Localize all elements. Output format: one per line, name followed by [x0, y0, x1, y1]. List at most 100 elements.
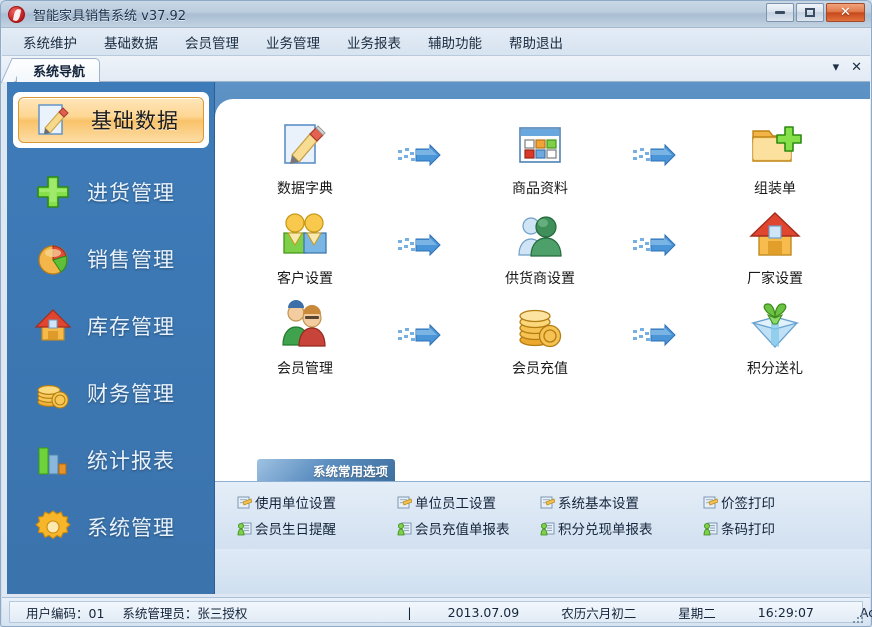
link-unit-settings[interactable]: 使用单位设置 — [237, 492, 336, 512]
menu-business-management[interactable]: 业务管理 — [255, 29, 331, 55]
tile-label: 客户设置 — [277, 271, 333, 287]
coin-stack-icon — [512, 299, 568, 355]
product-grid-icon — [512, 119, 568, 175]
status-date: 2013.07.09 — [447, 604, 520, 620]
resize-grip-icon[interactable] — [852, 612, 866, 624]
link-label: 使用单位设置 — [255, 496, 336, 512]
app-logo-icon — [8, 6, 25, 23]
blue-arrow-right-icon — [397, 233, 441, 257]
tile-label: 积分送礼 — [747, 361, 803, 377]
sidebar-item-purchase[interactable]: 进货管理 — [7, 158, 214, 225]
grid-row: 会员管理 会员充值 积分送礼 — [215, 299, 870, 389]
tile-factory-settings[interactable]: 厂家设置 — [700, 209, 850, 288]
sidebar-item-inventory[interactable]: 库存管理 — [7, 292, 214, 359]
sidebar-item-basic-data[interactable]: 基础数据 — [13, 92, 209, 148]
tab-actions: ▾ ✕ — [833, 60, 862, 75]
flow-arrow — [380, 209, 465, 257]
common-options-header[interactable]: 系统常用选项 — [257, 459, 395, 481]
menu-aux-functions[interactable]: 辅助功能 — [417, 29, 493, 55]
member-people-icon — [277, 299, 333, 355]
grid-row: 客户设置 供货商设置 厂家设置 — [215, 209, 870, 299]
tile-customer-settings[interactable]: 客户设置 — [230, 209, 380, 288]
tab-strip: 系统导航 ▾ ✕ — [2, 56, 870, 82]
menu-member-management[interactable]: 会员管理 — [174, 29, 250, 55]
settings-doc-icon — [540, 495, 556, 510]
flow-arrow — [615, 119, 700, 167]
tile-assembly-order[interactable]: 组装单 — [700, 119, 850, 198]
tile-member-management[interactable]: 会员管理 — [230, 299, 380, 378]
menu-system-maintenance[interactable]: 系统维护 — [12, 29, 88, 55]
tile-product-info[interactable]: 商品资料 — [465, 119, 615, 198]
menu-bar: 系统维护 基础数据 会员管理 业务管理 业务报表 辅助功能 帮助退出 — [2, 29, 870, 56]
link-barcode-print[interactable]: 条码打印 — [703, 518, 775, 538]
common-options-section: 系统常用选项 使用单位设置 单位员工设置 系统基本设置 价签打印 会员生日提醒 … — [215, 459, 870, 549]
blue-arrow-right-icon — [397, 143, 441, 167]
folder-plus-icon — [747, 119, 803, 175]
sidebar-item-finance[interactable]: 财务管理 — [7, 359, 214, 426]
status-separator: | — [407, 604, 412, 620]
tile-member-recharge[interactable]: 会员充值 — [465, 299, 615, 378]
pie-chart-icon — [33, 239, 73, 279]
content-bottom-strip — [215, 549, 870, 594]
grid-row: 数据字典 商品资料 组装单 — [215, 119, 870, 209]
tile-label: 厂家设置 — [747, 271, 803, 287]
link-price-tag-print[interactable]: 价签打印 — [703, 492, 775, 512]
sidebar-item-label: 销售管理 — [87, 247, 175, 272]
gift-box-icon — [747, 299, 803, 355]
close-tab-icon[interactable]: ✕ — [851, 60, 862, 75]
link-member-recharge-report[interactable]: 会员充值单报表 — [397, 518, 510, 538]
sidebar-item-label: 库存管理 — [87, 314, 175, 339]
maximize-button[interactable] — [796, 3, 824, 22]
minimize-button[interactable] — [766, 3, 794, 22]
house-icon — [33, 306, 73, 346]
status-time: 16:29:07 — [757, 604, 814, 620]
link-system-basic-settings[interactable]: 系统基本设置 — [540, 492, 639, 512]
tile-label: 供货商设置 — [505, 271, 575, 287]
sidebar-item-system[interactable]: 系统管理 — [7, 493, 214, 560]
person-report-icon — [237, 521, 252, 536]
sidebar-item-label: 统计报表 — [87, 448, 175, 473]
link-staff-settings[interactable]: 单位员工设置 — [397, 492, 496, 512]
maximize-icon — [797, 4, 823, 21]
window-title: 智能家具销售系统 v37.92 — [33, 9, 187, 24]
link-label: 系统基本设置 — [558, 496, 639, 512]
link-member-birthday-reminder[interactable]: 会员生日提醒 — [237, 518, 336, 538]
bar-chart-icon — [33, 440, 73, 480]
link-label: 会员生日提醒 — [255, 522, 336, 538]
menu-business-report[interactable]: 业务报表 — [336, 29, 412, 55]
tab-label: 系统导航 — [33, 65, 86, 80]
tile-data-dictionary[interactable]: 数据字典 — [230, 119, 380, 198]
tab-system-navigation[interactable]: 系统导航 — [16, 58, 101, 82]
settings-doc-icon — [703, 495, 719, 510]
sidebar-item-label: 进货管理 — [87, 180, 175, 205]
status-bar: 用户编码：01 系统管理员：张三授权 | 2013.07.09 农历六月初二 星… — [2, 597, 872, 626]
status-lunar-date: 农历六月初二 — [561, 605, 637, 621]
tile-label: 组装单 — [754, 181, 796, 197]
sidebar-item-label: 财务管理 — [87, 381, 175, 406]
body-area: 基础数据 进货管理 销售管理 库存管理 财务管理 统计报表 系统管理 数据字典 … — [2, 82, 870, 597]
chevron-down-icon[interactable]: ▾ — [833, 60, 840, 75]
sidebar-item-label: 系统管理 — [87, 515, 175, 540]
icon-grid: 数据字典 商品资料 组装单 客户设置 供货商设置 厂家设置 会员管理 会员充值 … — [215, 119, 870, 499]
flow-arrow — [380, 119, 465, 167]
menu-help-exit[interactable]: 帮助退出 — [498, 29, 574, 55]
sidebar: 基础数据 进货管理 销售管理 库存管理 财务管理 统计报表 系统管理 — [7, 82, 215, 594]
sidebar-item-sales[interactable]: 销售管理 — [7, 225, 214, 292]
person-report-icon — [703, 521, 718, 536]
content-panel: 数据字典 商品资料 组装单 客户设置 供货商设置 厂家设置 会员管理 会员充值 … — [215, 82, 870, 594]
link-label: 积分兑现单报表 — [558, 522, 653, 538]
common-options-title: 系统常用选项 — [312, 463, 388, 479]
pencil-document-icon — [35, 100, 75, 140]
gear-icon — [33, 507, 73, 547]
link-label: 条码打印 — [721, 522, 775, 538]
blue-arrow-right-icon — [632, 233, 676, 257]
tile-points-gift[interactable]: 积分送礼 — [700, 299, 850, 378]
close-button[interactable]: ✕ — [826, 3, 865, 22]
menu-basic-data[interactable]: 基础数据 — [93, 29, 169, 55]
tile-supplier-settings[interactable]: 供货商设置 — [465, 209, 615, 288]
flow-arrow — [380, 299, 465, 347]
status-user-code: 用户编码：01 — [26, 605, 105, 621]
sidebar-item-reports[interactable]: 统计报表 — [7, 426, 214, 493]
link-points-redemption-report[interactable]: 积分兑现单报表 — [540, 518, 653, 538]
factory-house-icon — [747, 209, 803, 265]
